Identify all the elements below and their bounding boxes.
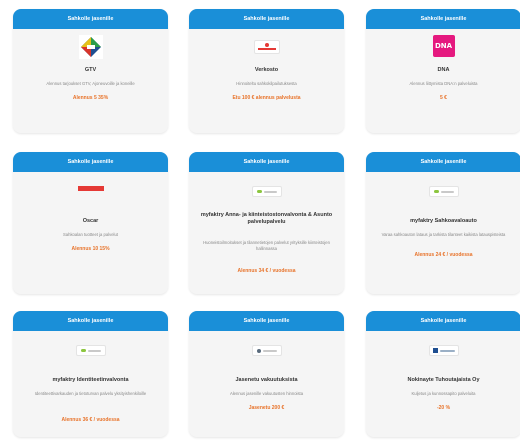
card-title: myfaktry Sahkoavaloauto (410, 218, 477, 224)
benefit-card[interactable]: Sahkolle jasenille Oscar Sahkoalan tuott… (13, 152, 168, 294)
card-offer: Alennus 36 € / vuodessa (61, 417, 120, 423)
verkosto-logo (253, 40, 280, 54)
card-offer: 5 € (440, 95, 447, 101)
card-header: Sahkolle jasenille (189, 311, 344, 331)
gtv-diamond-logo (78, 35, 103, 59)
card-description: Sahkoalan tuotteet ja palvelut (63, 232, 118, 237)
card-header: Sahkolle jasenille (366, 9, 520, 29)
card-description: Alennus jasenille vakuutusten hinnoista (229, 391, 304, 396)
card-description: Alennus liittymista DNA:n palveluista (409, 81, 478, 86)
card-offer: Alennus 10 15% (71, 246, 110, 252)
card-title: Jasenetu vakuutuksista (235, 377, 298, 383)
card-header: Sahkolle jasenille (13, 9, 168, 29)
card-title: GTV (84, 67, 97, 73)
card-body: GTV Alennus tarjoukset GTV, Ajoneuvoille… (13, 29, 168, 133)
jasenetu-logo (251, 345, 282, 356)
card-body: myfaktry Identiteetinvalvonta Identiteet… (13, 331, 168, 437)
card-offer: -20 % (436, 405, 451, 411)
card-offer: Alennus 5 35% (72, 95, 109, 101)
myfaktry-logo (428, 186, 459, 197)
card-offer: Alennus 34 € / vuodessa (237, 268, 296, 274)
card-offer: Etu 100 € alennus palvelusta (232, 95, 301, 101)
card-description: Alennus tarjoukset GTV, Ajoneuvoille ja … (46, 81, 135, 86)
card-body: myfaktry Sahkoavaloauto Varaa sahkoauton… (366, 172, 520, 294)
benefit-card[interactable]: Sahkolle jasenille GTV Alennus tarjoukse… (13, 9, 168, 133)
card-body: myfaktry Anna- ja kiinteistostonvalvonta… (189, 172, 344, 294)
benefit-card[interactable]: Sahkolle jasenille DNA DNA Alennus liitt… (366, 9, 520, 133)
card-title: Nokinayte Tuhoutajaista Oy (407, 377, 480, 383)
card-body: Jasenetu vakuutuksista Alennus jasenille… (189, 331, 344, 437)
card-body: Oscar Sahkoalan tuotteet ja palvelut Ale… (13, 172, 168, 294)
benefit-card[interactable]: Sahkolle jasenille Jasenetu vakuutuksist… (189, 311, 344, 437)
card-title: Verkosto (254, 67, 279, 73)
benefit-card[interactable]: Sahkolle jasenille myfaktry Identiteetin… (13, 311, 168, 437)
benefit-card[interactable]: Sahkolle jasenille Nokinayte Tuhoutajais… (366, 311, 520, 437)
card-title: Oscar (82, 218, 99, 224)
card-header: Sahkolle jasenille (189, 9, 344, 29)
myfaktry-logo (251, 186, 282, 197)
card-header: Sahkolle jasenille (366, 152, 520, 172)
benefits-grid: Sahkolle jasenille GTV Alennus tarjoukse… (0, 0, 520, 445)
dna-logo-text: DNA (434, 42, 453, 50)
card-offer: Alennus 24 € / vuodessa (414, 252, 473, 258)
card-description: Varaa sahkoauton lataus ja tarkista tila… (381, 232, 506, 237)
benefit-card[interactable]: Sahkolle jasenille Verkosto Hinnoiteltu … (189, 9, 344, 133)
card-header: Sahkolle jasenille (13, 311, 168, 331)
benefit-card[interactable]: Sahkolle jasenille myfaktry Anna- ja kii… (189, 152, 344, 294)
card-title: DNA (437, 67, 450, 73)
oscar-logo (77, 186, 104, 191)
gtv-logo-icon (78, 35, 103, 59)
card-description: Kuljetus ja kunnossapito palveluita (411, 391, 476, 396)
card-body: Verkosto Hinnoiteltu sahkokilpailutukses… (189, 29, 344, 133)
oscar-logo-bar (77, 186, 104, 191)
benefit-card[interactable]: Sahkolle jasenille myfaktry Sahkoavaloau… (366, 152, 520, 294)
dna-logo: DNA (432, 35, 455, 57)
verkosto-icon (257, 43, 276, 50)
card-body: Nokinayte Tuhoutajaista Oy Kuljetus ja k… (366, 331, 520, 437)
card-description: Hinnoiteltu sahkokilpailutuksesta (236, 81, 297, 86)
card-header: Sahkolle jasenille (366, 311, 520, 331)
myfaktry-logo (75, 345, 106, 356)
card-offer: Jasenetu 200 € (248, 405, 285, 411)
card-description: Huoneistoilmoitukset ja tilannetietojen … (203, 240, 330, 251)
card-title: myfaktry Anna- ja kiinteistostonvalvonta… (200, 212, 333, 225)
card-header: Sahkolle jasenille (13, 152, 168, 172)
card-body: DNA DNA Alennus liittymista DNA:n palvel… (366, 29, 520, 133)
card-description: Identiteettivarkauden ja tietoturvan pal… (34, 391, 147, 396)
nokinaytto-logo (428, 345, 459, 356)
card-title: myfaktry Identiteetinvalvonta (52, 377, 129, 383)
card-header: Sahkolle jasenille (189, 152, 344, 172)
